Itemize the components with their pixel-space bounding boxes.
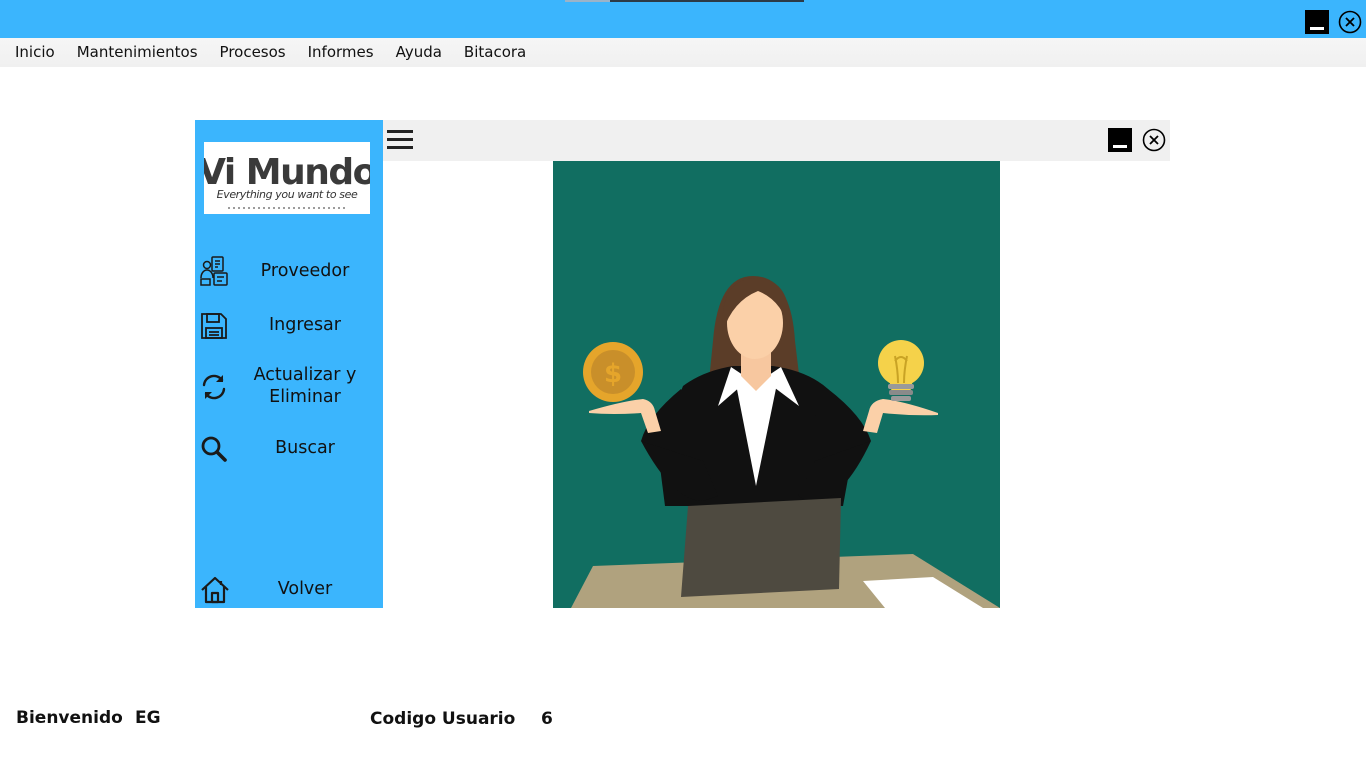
child-close-button[interactable] bbox=[1142, 128, 1166, 152]
user-name: EG bbox=[135, 708, 161, 728]
sidebar-item-label: Buscar bbox=[275, 438, 335, 458]
close-icon bbox=[1338, 10, 1362, 34]
menu-procesos[interactable]: Procesos bbox=[209, 38, 297, 67]
save-icon bbox=[201, 313, 227, 339]
sidebar-item-volver[interactable]: Volver bbox=[195, 574, 383, 604]
child-minimize-button[interactable] bbox=[1108, 128, 1132, 152]
close-icon bbox=[1142, 128, 1166, 152]
sidebar-item-label: Volver bbox=[277, 579, 333, 599]
user-code: 6 bbox=[541, 709, 553, 729]
menu-ayuda[interactable]: Ayuda bbox=[385, 38, 453, 67]
sidebar-item-ingresar[interactable]: Ingresar bbox=[195, 310, 383, 340]
businesswoman-illustration: $ bbox=[553, 161, 1000, 608]
minimize-button[interactable] bbox=[1305, 10, 1329, 34]
supplier-icon bbox=[200, 256, 228, 286]
user-code-label: Codigo Usuario bbox=[370, 709, 516, 729]
menu-informes[interactable]: Informes bbox=[297, 38, 385, 67]
child-window-toolbar bbox=[383, 120, 1170, 161]
home-icon bbox=[201, 576, 229, 604]
sidebar-item-label: Actualizar y Eliminar bbox=[253, 365, 357, 407]
sidebar-item-label: Ingresar bbox=[269, 315, 341, 335]
menu-inicio[interactable]: Inicio bbox=[4, 38, 66, 67]
minimize-icon bbox=[1113, 144, 1127, 148]
title-strip bbox=[565, 0, 610, 2]
search-icon bbox=[201, 436, 227, 462]
hamburger-icon bbox=[387, 130, 413, 133]
sidebar-item-proveedor[interactable]: Proveedor bbox=[195, 256, 383, 286]
refresh-icon bbox=[202, 374, 226, 400]
welcome-label: Bienvenido bbox=[16, 708, 123, 728]
window-titlebar bbox=[0, 0, 1366, 38]
sidebar-item-buscar[interactable]: Buscar bbox=[195, 433, 383, 463]
sidebar-item-label: Proveedor bbox=[260, 261, 350, 281]
logo-title: Vi Mundo bbox=[204, 152, 370, 193]
logo-tagline: Everything you want to see bbox=[217, 188, 358, 201]
close-button[interactable] bbox=[1338, 10, 1362, 34]
sidebar-item-actualizar-eliminar[interactable]: Actualizar y Eliminar bbox=[195, 364, 383, 410]
svg-text:$: $ bbox=[604, 359, 622, 389]
menu-mantenimientos[interactable]: Mantenimientos bbox=[66, 38, 209, 67]
vi-mundo-logo: Vi Mundo Everything you want to see bbox=[204, 142, 370, 214]
title-strip bbox=[610, 0, 804, 2]
minimize-icon bbox=[1310, 26, 1324, 30]
sidebar: Vi Mundo Everything you want to see Prov… bbox=[195, 120, 383, 608]
hamburger-menu-button[interactable] bbox=[387, 130, 415, 152]
menu-bitacora[interactable]: Bitacora bbox=[453, 38, 537, 67]
menu-bar: Inicio Mantenimientos Procesos Informes … bbox=[0, 38, 1366, 67]
